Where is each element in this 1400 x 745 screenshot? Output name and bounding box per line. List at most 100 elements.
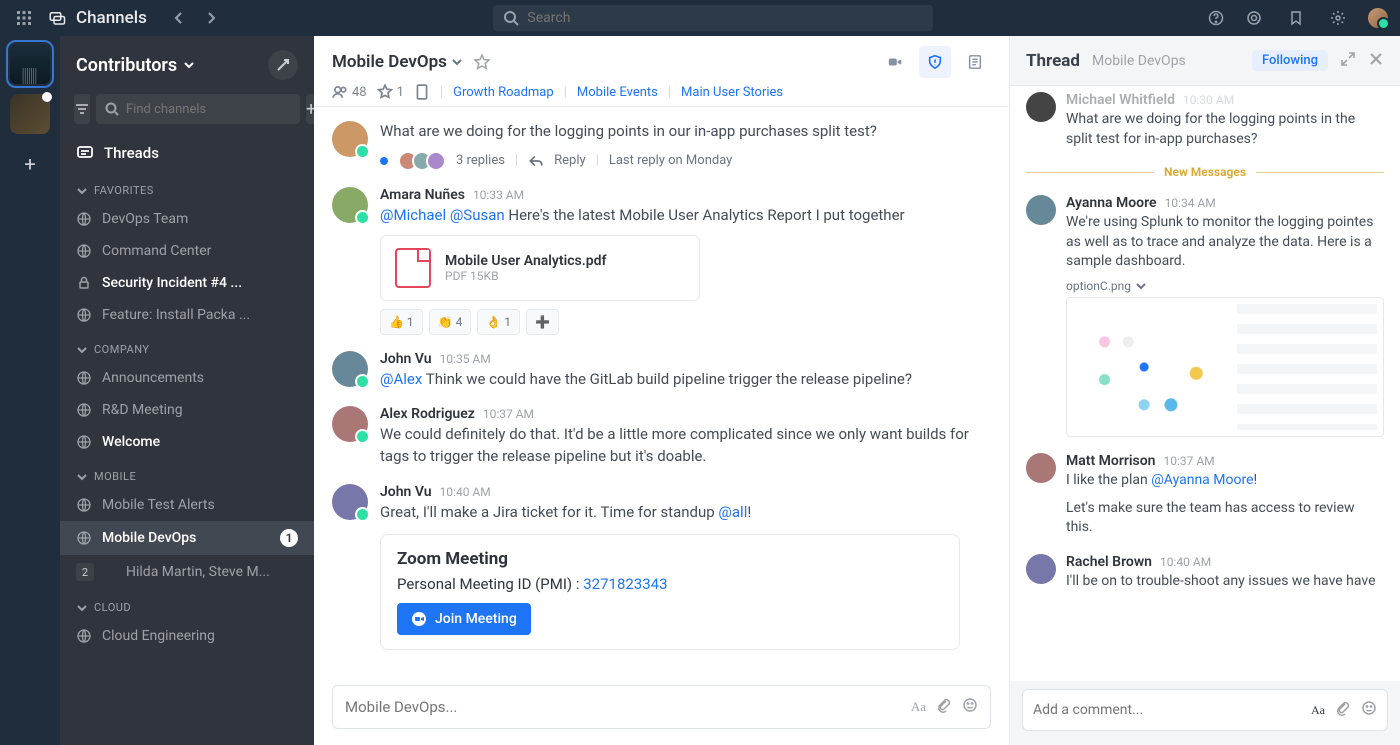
mentions-icon[interactable]	[1240, 4, 1268, 32]
message-text: We could definitely do that. It'd be a l…	[380, 424, 991, 468]
mention[interactable]: @Ayanna Moore	[1151, 472, 1253, 488]
avatar[interactable]	[332, 351, 368, 387]
sidebar-item[interactable]: Announcements	[60, 362, 314, 394]
section-header-favorites[interactable]: FAVORITES	[60, 172, 314, 203]
search-icon	[503, 10, 519, 26]
file-attachment[interactable]: Mobile User Analytics.pdfPDF 15KB	[380, 235, 700, 301]
format-icon[interactable]: Aa	[911, 699, 926, 715]
channel-title[interactable]: Mobile DevOps	[332, 52, 463, 72]
globe-icon	[76, 628, 92, 644]
message-author: Rachel Brown	[1066, 554, 1152, 570]
filter-button[interactable]	[74, 94, 90, 124]
new-messages-divider: New Messages	[1026, 165, 1384, 179]
sidebar-item[interactable]: Cloud Engineering	[60, 620, 314, 652]
sidebar-item[interactable]: 2Hilda Martin, Steve M...	[60, 555, 314, 589]
zoom-pmi: Personal Meeting ID (PMI) : 3271823343	[397, 575, 943, 593]
global-search[interactable]	[493, 5, 933, 31]
sidebar-item[interactable]: Mobile DevOps1	[60, 521, 314, 555]
avatar[interactable]	[1026, 92, 1056, 122]
find-channels-input[interactable]	[126, 102, 292, 117]
thread-summary[interactable]: 3 replies|Reply|Last reply on Monday	[380, 151, 991, 171]
reaction[interactable]: 👌 1	[477, 309, 520, 335]
doc-icon[interactable]	[414, 84, 430, 100]
user-avatar[interactable]	[1366, 6, 1390, 30]
thread-message: Ayanna Moore10:34 AMWe're using Splunk t…	[1026, 187, 1384, 445]
avatar[interactable]	[1026, 453, 1056, 483]
threads-link[interactable]: Threads	[60, 134, 314, 172]
sidebar-item[interactable]: Welcome	[60, 426, 314, 458]
avatar[interactable]	[332, 187, 368, 223]
add-channel-button[interactable]: +	[306, 94, 314, 124]
avatar[interactable]	[332, 484, 368, 520]
emoji-icon[interactable]	[1361, 700, 1377, 720]
video-call-button[interactable]	[879, 46, 911, 78]
message-time: 10:34 AM	[1165, 196, 1216, 210]
header-link[interactable]: Growth Roadmap	[453, 85, 554, 100]
workspace-name[interactable]: Contributors	[76, 55, 195, 76]
message-author: John Vu	[380, 484, 432, 500]
sidebar-item-label: DevOps Team	[102, 211, 298, 227]
composer-input[interactable]	[345, 698, 901, 716]
sidebar-item[interactable]: Mobile Test Alerts	[60, 489, 314, 521]
add-workspace-button[interactable]: +	[10, 144, 50, 184]
section-header-mobile[interactable]: MOBILE	[60, 458, 314, 489]
globe-icon	[76, 434, 92, 450]
sidebar-item[interactable]: DevOps Team	[60, 203, 314, 235]
message-time: 10:37 AM	[1163, 454, 1214, 468]
emoji-icon[interactable]	[962, 697, 978, 717]
create-button[interactable]	[268, 50, 298, 80]
star-count[interactable]: 1	[377, 84, 404, 100]
attachment-icon[interactable]	[1335, 700, 1351, 720]
thread-messages: Michael Whitfield10:30 AMWhat are we doi…	[1010, 86, 1400, 681]
nav-back-button[interactable]	[165, 4, 193, 32]
sidebar-item[interactable]: R&D Meeting	[60, 394, 314, 426]
star-icon[interactable]	[473, 53, 491, 71]
reaction[interactable]: 👏 4	[429, 309, 472, 335]
files-icon[interactable]	[959, 46, 991, 78]
message-text: Great, I'll make a Jira ticket for it. T…	[380, 502, 991, 524]
globe-icon	[76, 307, 92, 323]
message-text: @Michael @Susan Here's the latest Mobile…	[380, 205, 991, 227]
avatar[interactable]	[332, 406, 368, 442]
message-author: Michael Whitfield	[1066, 92, 1175, 108]
header-link[interactable]: Mobile Events	[577, 85, 658, 100]
shield-icon[interactable]	[919, 46, 951, 78]
thread-composer[interactable]: Aa	[1022, 689, 1388, 731]
nav-forward-button[interactable]	[197, 4, 225, 32]
workspace-tile-1[interactable]	[10, 44, 50, 84]
find-channels[interactable]	[96, 94, 300, 124]
message: What are we doing for the logging points…	[332, 113, 991, 179]
mention[interactable]: @Michael	[380, 206, 446, 224]
header-link[interactable]: Main User Stories	[681, 85, 783, 100]
join-meeting-button[interactable]: Join Meeting	[397, 603, 531, 635]
mention[interactable]: @Alex	[380, 370, 422, 388]
sidebar-item[interactable]: Command Center	[60, 235, 314, 267]
thread-composer-input[interactable]	[1033, 702, 1301, 718]
sidebar-item[interactable]: Feature: Install Packa ...	[60, 299, 314, 331]
message-composer[interactable]: Aa	[332, 685, 991, 729]
section-header-cloud[interactable]: CLOUD	[60, 589, 314, 620]
section-header-company[interactable]: COMPANY	[60, 331, 314, 362]
reaction[interactable]: 👍 1	[380, 309, 423, 335]
settings-icon[interactable]	[1324, 4, 1352, 32]
format-icon[interactable]: Aa	[1311, 703, 1325, 718]
help-icon[interactable]	[1202, 4, 1230, 32]
member-count[interactable]: 48	[332, 84, 367, 100]
following-pill[interactable]: Following	[1252, 50, 1328, 71]
mention[interactable]: @all	[718, 503, 747, 521]
close-icon[interactable]	[1368, 51, 1384, 71]
message-time: 10:30 AM	[1183, 93, 1234, 107]
sidebar-item[interactable]: Security Incident #4 ...	[60, 267, 314, 299]
apps-grid-icon[interactable]	[10, 4, 38, 32]
reaction[interactable]: ➕	[526, 309, 559, 335]
bookmark-icon[interactable]	[1282, 4, 1310, 32]
avatar[interactable]	[1026, 195, 1056, 225]
avatar[interactable]	[1026, 554, 1056, 584]
expand-icon[interactable]	[1340, 51, 1356, 71]
image-attachment[interactable]: optionC.png	[1066, 278, 1384, 437]
channels-icon	[48, 9, 66, 27]
attachment-icon[interactable]	[936, 697, 952, 717]
mention[interactable]: @Susan	[450, 206, 505, 224]
workspace-tile-2[interactable]	[10, 94, 50, 134]
search-input[interactable]	[527, 10, 923, 26]
